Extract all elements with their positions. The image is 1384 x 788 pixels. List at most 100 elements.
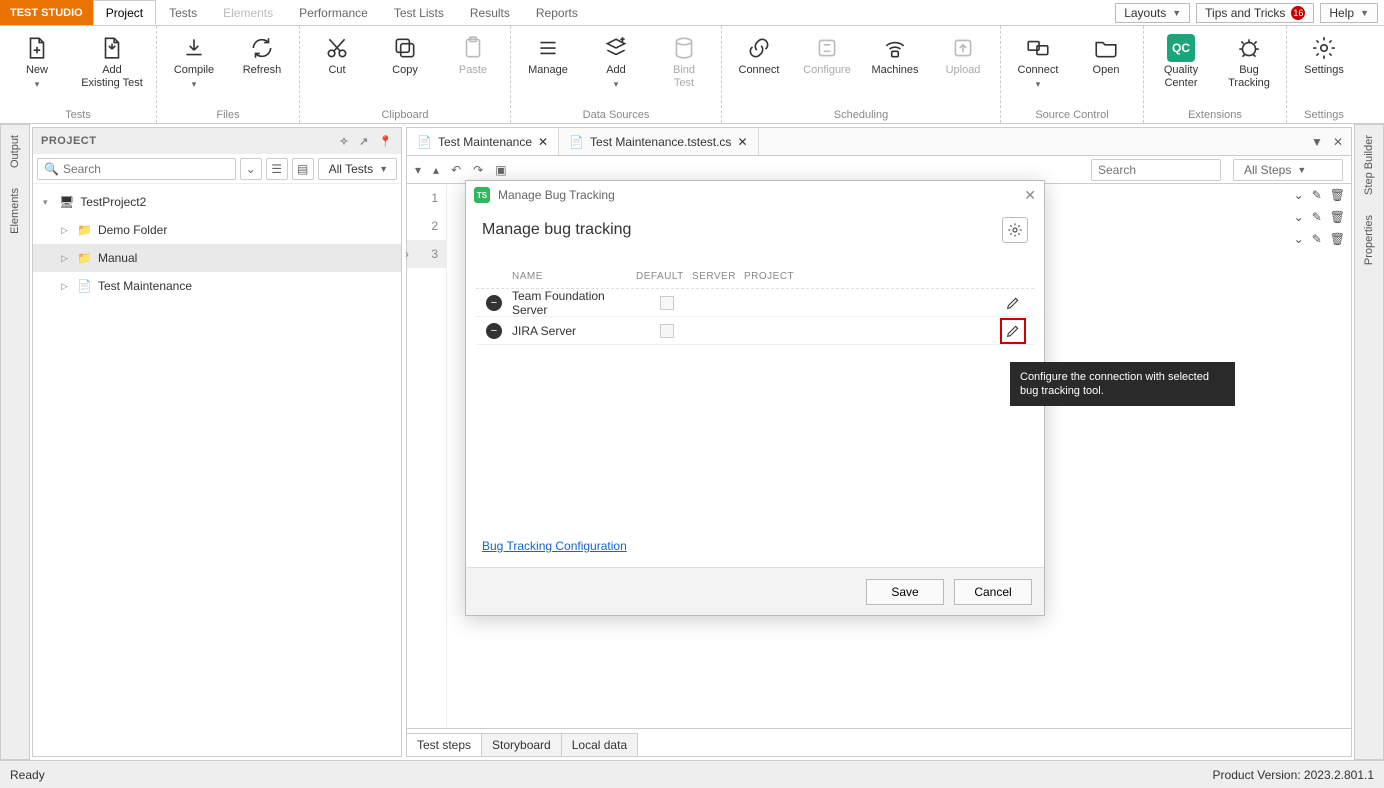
machines-button[interactable]: Machines (866, 30, 924, 109)
line-2[interactable]: 2 (407, 212, 446, 240)
add-ds-button[interactable]: Add▾ (587, 30, 645, 109)
edit-icon[interactable]: ✎ (1312, 210, 1322, 224)
paste-button[interactable]: Paste (444, 30, 502, 109)
filter-icon[interactable]: ▤ (292, 158, 314, 180)
breakpoint-icon[interactable]: ▣ (495, 163, 506, 177)
tab-output[interactable]: Output (9, 125, 21, 178)
quality-center-button[interactable]: QCQuality Center (1152, 30, 1210, 109)
save-button[interactable]: Save (866, 579, 944, 605)
steps-search[interactable] (1091, 159, 1221, 181)
steps-filter-dropdown[interactable]: All Steps▼ (1233, 159, 1343, 181)
row-jira[interactable]: − JIRA Server (476, 317, 1034, 345)
tree-maintenance[interactable]: ▷📄Test Maintenance (33, 272, 401, 300)
edit-icon[interactable]: ✎ (1312, 232, 1322, 246)
file-tab-2[interactable]: 📄Test Maintenance.tstest.cs✕ (559, 128, 758, 155)
dropdown-icon[interactable]: ▼ (1311, 135, 1323, 149)
ribbon: New▾ Add Existing Test Tests Compile▾ Re… (0, 26, 1384, 124)
new-button[interactable]: New▾ (8, 30, 66, 109)
line-3[interactable]: ›3 (407, 240, 446, 268)
compile-button[interactable]: Compile▾ (165, 30, 223, 109)
bind-button[interactable]: Bind Test (655, 30, 713, 109)
dialog-close-icon[interactable]: ✕ (1024, 187, 1036, 204)
tips-badge: 16 (1291, 6, 1305, 20)
tab-test-steps[interactable]: Test steps (406, 733, 482, 756)
tree-manual[interactable]: ▷📁Manual (33, 244, 401, 272)
sched-connect-button[interactable]: Connect (730, 30, 788, 109)
menu-testlists[interactable]: Test Lists (381, 0, 457, 25)
tips-button[interactable]: Tips and Tricks16 (1196, 3, 1314, 23)
menu-results[interactable]: Results (457, 0, 523, 25)
copy-button[interactable]: Copy (376, 30, 434, 109)
chevron-down-icon[interactable]: ▾ (415, 163, 421, 177)
tab-localdata[interactable]: Local data (561, 733, 638, 756)
refresh-button[interactable]: Refresh (233, 30, 291, 109)
close-icon[interactable]: ✕ (538, 135, 548, 149)
pin-icon[interactable]: 📍 (379, 135, 393, 148)
chevron-down-icon[interactable]: ⌄ (1294, 188, 1304, 202)
remove-icon[interactable]: − (486, 295, 502, 311)
delete-icon[interactable]: 🗑 (1330, 188, 1345, 202)
cut-button[interactable]: Cut (308, 30, 366, 109)
tab-properties[interactable]: Properties (1363, 205, 1375, 275)
chevron-down-icon[interactable]: ⌄ (1294, 232, 1304, 246)
configure-button[interactable]: Configure (798, 30, 856, 109)
tab-step-builder[interactable]: Step Builder (1363, 125, 1375, 205)
tab-storyboard[interactable]: Storyboard (481, 733, 562, 756)
project-search-input[interactable] (63, 162, 229, 176)
col-server: SERVER (692, 271, 744, 282)
edit-jira-icon[interactable] (1000, 318, 1026, 344)
config-link[interactable]: Bug Tracking Configuration (482, 539, 1028, 553)
remove-icon[interactable]: − (486, 323, 502, 339)
edit-tfs-icon[interactable] (1000, 290, 1026, 316)
tree-demo[interactable]: ▷📁Demo Folder (33, 216, 401, 244)
delete-icon[interactable]: 🗑 (1330, 232, 1345, 246)
add-existing-button[interactable]: Add Existing Test (76, 30, 148, 109)
status-ready: Ready (10, 768, 45, 782)
row-tfs[interactable]: − Team Foundation Server (476, 289, 1034, 317)
chevron-up-icon[interactable]: ▴ (433, 163, 439, 177)
project-toolbar: 🔍 ⌄ ☰ ▤ All Tests▼ (33, 154, 401, 184)
group-icon[interactable]: ☰ (266, 158, 288, 180)
add-file-icon (98, 34, 126, 62)
redo-icon[interactable]: ↷ (473, 163, 483, 177)
tab-elements[interactable]: Elements (9, 178, 21, 244)
file-tab-1[interactable]: 📄Test Maintenance✕ (407, 128, 559, 155)
project-search[interactable]: 🔍 (37, 158, 236, 180)
tree-root[interactable]: ▾🖥TestProject2 (33, 188, 401, 216)
delete-icon[interactable]: 🗑 (1330, 210, 1345, 224)
dialog-titlebar: TS Manage Bug Tracking ✕ (466, 181, 1044, 209)
ts-icon: TS (474, 187, 490, 203)
manage-ds-button[interactable]: Manage (519, 30, 577, 109)
layouts-dropdown[interactable]: Layouts▼ (1115, 3, 1190, 23)
menu-project[interactable]: Project (93, 0, 156, 25)
edit-icon[interactable]: ✎ (1312, 188, 1322, 202)
rocket-icon[interactable]: ✧ (339, 135, 349, 148)
upload-button[interactable]: Upload (934, 30, 992, 109)
menu-performance[interactable]: Performance (286, 0, 381, 25)
help-dropdown[interactable]: Help▼ (1320, 3, 1378, 23)
menu-tests[interactable]: Tests (156, 0, 210, 25)
close-icon[interactable]: ✕ (737, 135, 747, 149)
undo-icon[interactable]: ↶ (451, 163, 461, 177)
menu-reports[interactable]: Reports (523, 0, 591, 25)
group-tests: Tests (8, 109, 148, 123)
sc-connect-button[interactable]: Connect▾ (1009, 30, 1067, 109)
bug-tracking-button[interactable]: Bug Tracking (1220, 30, 1278, 109)
chevron-down-icon[interactable]: ⌄ (1294, 210, 1304, 224)
close-all-icon[interactable]: ✕ (1333, 135, 1343, 149)
expand-icon[interactable]: ⌄ (240, 158, 262, 180)
menu-elements[interactable]: Elements (210, 0, 286, 25)
steps-search-input[interactable] (1098, 163, 1214, 177)
default-checkbox[interactable] (660, 324, 674, 338)
cancel-button[interactable]: Cancel (954, 579, 1032, 605)
dialog-settings-button[interactable] (1002, 217, 1028, 243)
upload-icon (949, 34, 977, 62)
tests-filter-dropdown[interactable]: All Tests▼ (318, 158, 397, 180)
settings-button[interactable]: Settings (1295, 30, 1353, 109)
line-1[interactable]: 1 (407, 184, 446, 212)
link-icon (745, 34, 773, 62)
sc-open-button[interactable]: Open (1077, 30, 1135, 109)
default-checkbox[interactable] (660, 296, 674, 310)
bug-table: NAME DEFAULT SERVER PROJECT − Team Found… (476, 265, 1034, 345)
popout-icon[interactable]: ↗ (359, 135, 369, 148)
